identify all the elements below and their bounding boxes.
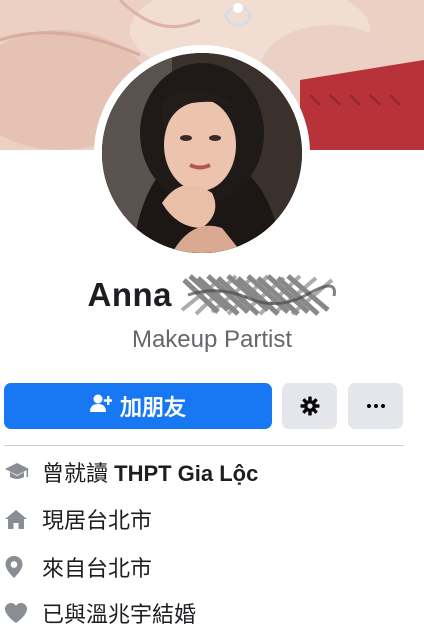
person-plus-icon — [89, 393, 113, 419]
avatar-image — [102, 53, 302, 253]
intro-current-city: 現居台北市 — [4, 504, 152, 534]
intro-hometown: 來自台北市 — [4, 552, 152, 582]
profile-avatar[interactable] — [102, 53, 302, 253]
profile-bio: Makeup Partist — [131, 326, 293, 353]
redacted-scribble — [178, 270, 337, 320]
heart-icon — [4, 602, 36, 624]
more-options-button[interactable] — [348, 383, 403, 429]
settings-button[interactable] — [282, 383, 337, 429]
hometown-text: 來自台北市 — [42, 556, 153, 581]
profile-name: Anna — [87, 276, 173, 313]
intro-relationship: 已與溫兆宇結婚 — [4, 598, 196, 628]
location-pin-icon — [4, 555, 36, 579]
home-icon — [4, 508, 36, 530]
graduation-cap-icon — [4, 461, 36, 483]
school-link[interactable]: THPT Gia Lộc — [114, 461, 258, 486]
add-friend-label: 加朋友 — [119, 395, 186, 420]
intro-education-prefix: 曾就讀 — [42, 461, 115, 486]
ellipsis-icon — [366, 404, 385, 408]
intro-education: 曾就讀 THPT Gia Lộc — [4, 457, 258, 487]
relationship-text: 已與溫兆宇結婚 — [42, 602, 197, 627]
gear-icon — [300, 396, 319, 416]
section-divider — [4, 445, 404, 446]
add-friend-button[interactable]: 加朋友 — [4, 383, 272, 429]
current-city-text: 現居台北市 — [42, 508, 153, 533]
profile-name-row: Anna — [0, 270, 424, 320]
